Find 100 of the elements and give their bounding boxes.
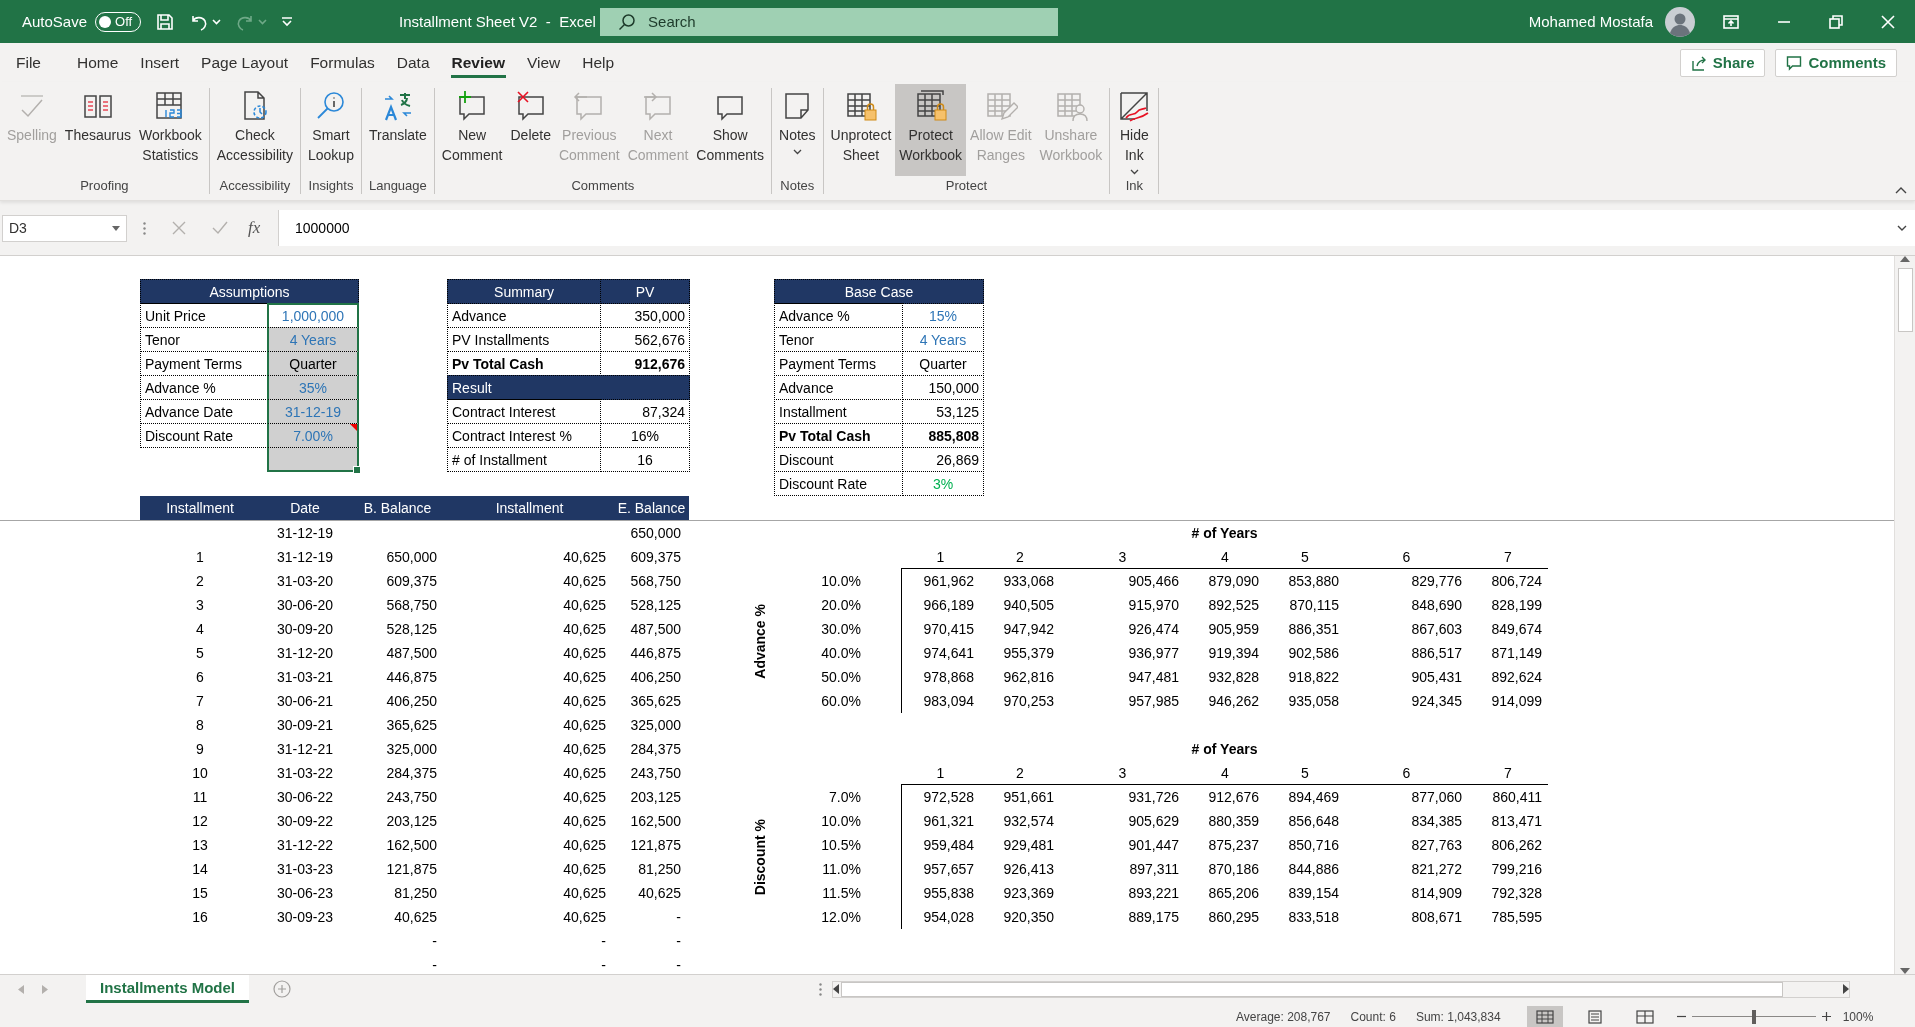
ribbon-button[interactable]: Smart Lookup <box>304 84 358 176</box>
group-label: Protect <box>944 177 989 195</box>
status-sum: Sum: 1,043,834 <box>1415 1009 1501 1024</box>
window-title: Installment Sheet V2 - Excel <box>399 13 597 30</box>
expand-icon[interactable] <box>1897 225 1907 231</box>
view-button[interactable] <box>1526 1005 1563 1027</box>
customize-icon[interactable] <box>281 16 294 27</box>
table-cell: 961,321 <box>901 809 980 833</box>
ribbon-button[interactable]: Show Comments <box>692 84 768 176</box>
share-button[interactable]: Share <box>1679 48 1766 77</box>
comment-marker-icon <box>350 424 357 431</box>
comments-button[interactable]: Comments <box>1775 48 1897 77</box>
page-break-view-icon <box>1635 1009 1654 1024</box>
table-cell-text: 16 <box>191 908 209 927</box>
avatar[interactable] <box>1665 6 1695 37</box>
table-cell-text: 785,595 <box>1490 908 1543 927</box>
ribbon-button[interactable]: Workbook Statistics <box>135 84 206 176</box>
more-icon[interactable] <box>143 221 146 235</box>
formula-field[interactable]: 1000000 <box>278 210 1915 246</box>
table-cell-text: 12 <box>191 812 209 831</box>
table-cell-text: 11 <box>191 788 209 807</box>
table-cell-text: 871,149 <box>1490 644 1543 663</box>
table-cell-text: 886,517 <box>1410 644 1463 663</box>
table-cell-text: 970,253 <box>1002 692 1055 711</box>
table-cell-text: - <box>431 956 438 974</box>
slider-thumb[interactable] <box>1751 1009 1756 1024</box>
table-cell-text: 40,625 <box>637 884 682 903</box>
caret-icon <box>1129 169 1139 175</box>
name-box[interactable]: D3 <box>2 214 127 242</box>
table-cell[interactable] <box>267 447 359 472</box>
ribbon-display-icon[interactable] <box>1723 14 1739 29</box>
column-header: 5 <box>1265 761 1345 785</box>
column-header: 5 <box>1265 545 1345 569</box>
ribbon-button[interactable]: Protect Workbook <box>895 84 967 176</box>
ribbon-tab[interactable]: File <box>0 43 52 82</box>
row-header: 10.0% <box>820 812 862 831</box>
ribbon-button[interactable]: Translate <box>364 84 431 176</box>
table-cell-text: 487,500 <box>629 620 682 639</box>
ribbon-tab[interactable]: Insert <box>129 43 191 82</box>
insert-function-button[interactable]: fx <box>248 218 278 238</box>
table-cell-text: 40,625 <box>562 812 607 831</box>
table-cell-text: 918,822 <box>1287 668 1340 687</box>
horizontal-scrollbar[interactable] <box>832 980 1851 998</box>
dropdown-icon[interactable] <box>112 225 120 231</box>
search-field[interactable]: Search <box>600 7 1059 36</box>
caret-icon[interactable] <box>212 18 222 25</box>
status-count: Count: 6 <box>1350 1009 1396 1024</box>
table-cell-text: 31-12-19 <box>275 548 334 567</box>
ribbon-tab[interactable]: Home <box>66 43 130 82</box>
row-header: 10.0% <box>820 572 862 591</box>
table-cell[interactable]: Quarter <box>267 351 359 376</box>
ribbon-button[interactable]: Hide Ink <box>1113 84 1156 176</box>
axis-title: Discount % <box>752 818 768 896</box>
save-icon[interactable] <box>155 11 176 32</box>
scroll-thumb[interactable] <box>841 981 1784 997</box>
table-cell: 972,528 <box>901 785 980 809</box>
ribbon-tab[interactable]: Data <box>385 43 441 82</box>
table-cell-text: 30-09-21 <box>275 716 334 735</box>
table-cell-text: 923,369 <box>1002 884 1055 903</box>
scroll-thumb[interactable] <box>1897 268 1913 332</box>
scroll-up-icon[interactable] <box>1900 256 1910 262</box>
ribbon-tab[interactable]: Page Layout <box>190 43 300 82</box>
table-cell-text: 905,629 <box>1127 812 1180 831</box>
table-cell-text: 955,379 <box>1002 644 1055 663</box>
ribbon-tab[interactable]: Review <box>440 43 516 82</box>
zoom-in-icon[interactable] <box>1821 1012 1831 1021</box>
table-cell-text: 926,413 <box>1002 860 1055 879</box>
ribbon-tab[interactable]: Help <box>571 43 626 82</box>
table-cell-text: 406,250 <box>629 668 682 687</box>
ribbon-tab[interactable]: View <box>515 43 572 82</box>
table-cell-text: 834,385 <box>1410 812 1463 831</box>
table-cell-text: 40,625 <box>562 620 607 639</box>
fill-handle[interactable] <box>353 466 361 474</box>
scroll-right-icon[interactable] <box>1843 984 1850 994</box>
table-cell-text: 901,447 <box>1127 836 1180 855</box>
column-header: 4 <box>1185 545 1265 569</box>
table-cell-text: 406,250 <box>385 692 438 711</box>
more-icon[interactable] <box>819 982 823 996</box>
row-header: 7.0% <box>828 788 862 807</box>
ribbon-tab[interactable]: Formulas <box>299 43 386 82</box>
ribbon-button[interactable]: Thesaurus <box>60 84 135 176</box>
collapse-ribbon-icon[interactable] <box>1895 186 1907 194</box>
ribbon-button[interactable]: New Comment <box>437 84 507 176</box>
table-cell-text: 40,625 <box>562 548 607 567</box>
ribbon-button[interactable]: Check Accessibility <box>212 84 297 176</box>
close-icon[interactable] <box>1881 14 1895 29</box>
table-cell-text: 875,237 <box>1207 836 1260 855</box>
ribbon-button[interactable]: Unprotect Sheet <box>826 84 896 176</box>
table-cell-text: 860,411 <box>1491 788 1543 807</box>
zoom-level[interactable]: 100% <box>1842 1009 1874 1024</box>
sheet-tab[interactable]: Installments Model <box>86 975 250 1003</box>
ribbon-button[interactable]: Delete <box>506 84 555 176</box>
table-cell-text: 40,625 <box>562 668 607 687</box>
row-header: 10.5% <box>820 836 862 855</box>
ribbon-button[interactable]: Notes <box>775 84 820 176</box>
vertical-scrollbar[interactable] <box>1894 256 1915 974</box>
table-cell-text: 568,750 <box>385 596 438 615</box>
restore-icon[interactable] <box>1829 14 1843 29</box>
table-cell-text: 243,750 <box>629 764 682 783</box>
group-label: Language <box>367 177 428 195</box>
